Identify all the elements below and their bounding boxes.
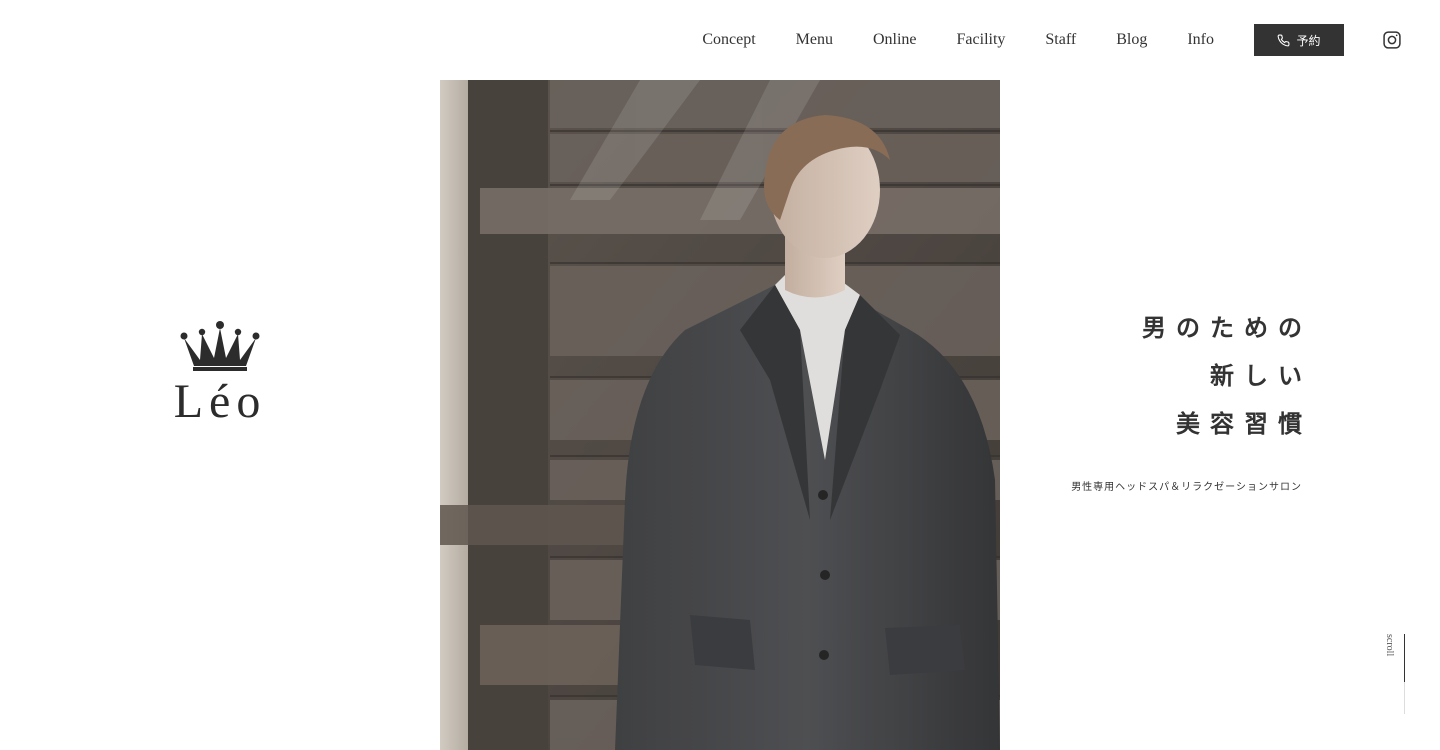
phone-icon xyxy=(1278,34,1290,46)
brand-name: Léo xyxy=(173,375,267,428)
page: Concept Menu Online Facility Staff Blog … xyxy=(0,0,1440,750)
nav-item-blog[interactable]: Blog xyxy=(1116,24,1147,56)
nav-item-facility[interactable]: Facility xyxy=(957,24,1006,56)
scroll-label[interactable]: scroll xyxy=(1384,634,1395,656)
scroll-indicator-fill xyxy=(1404,634,1405,682)
nav-item-staff[interactable]: Staff xyxy=(1045,24,1076,56)
nav-item-online[interactable]: Online xyxy=(873,24,917,56)
reserve-button[interactable]: 予約 xyxy=(1254,24,1344,56)
catch-line-1: 男のための xyxy=(1142,313,1312,342)
nav-item-menu[interactable]: Menu xyxy=(796,24,833,56)
scroll-indicator xyxy=(1404,634,1405,714)
hero-image xyxy=(440,80,1000,750)
brand-logo[interactable]: Léo xyxy=(170,320,270,426)
catch-line-3: 美容習慣 xyxy=(1176,409,1312,438)
global-nav: Concept Menu Online Facility Staff Blog … xyxy=(702,24,1344,56)
hero-photo xyxy=(440,80,1000,750)
catch-line-2: 新しい xyxy=(1210,361,1312,390)
reserve-label: 予約 xyxy=(1296,33,1321,48)
nav-item-concept[interactable]: Concept xyxy=(702,24,755,56)
salon-subtitle: 男性専用ヘッドスパ＆リラクゼーションサロン xyxy=(1071,482,1302,493)
catch-copy: 男のための 新しい 美容習慣 xyxy=(1142,304,1302,448)
nav-item-info[interactable]: Info xyxy=(1187,24,1214,56)
instagram-icon[interactable] xyxy=(1382,30,1402,50)
crown-icon xyxy=(180,321,260,371)
